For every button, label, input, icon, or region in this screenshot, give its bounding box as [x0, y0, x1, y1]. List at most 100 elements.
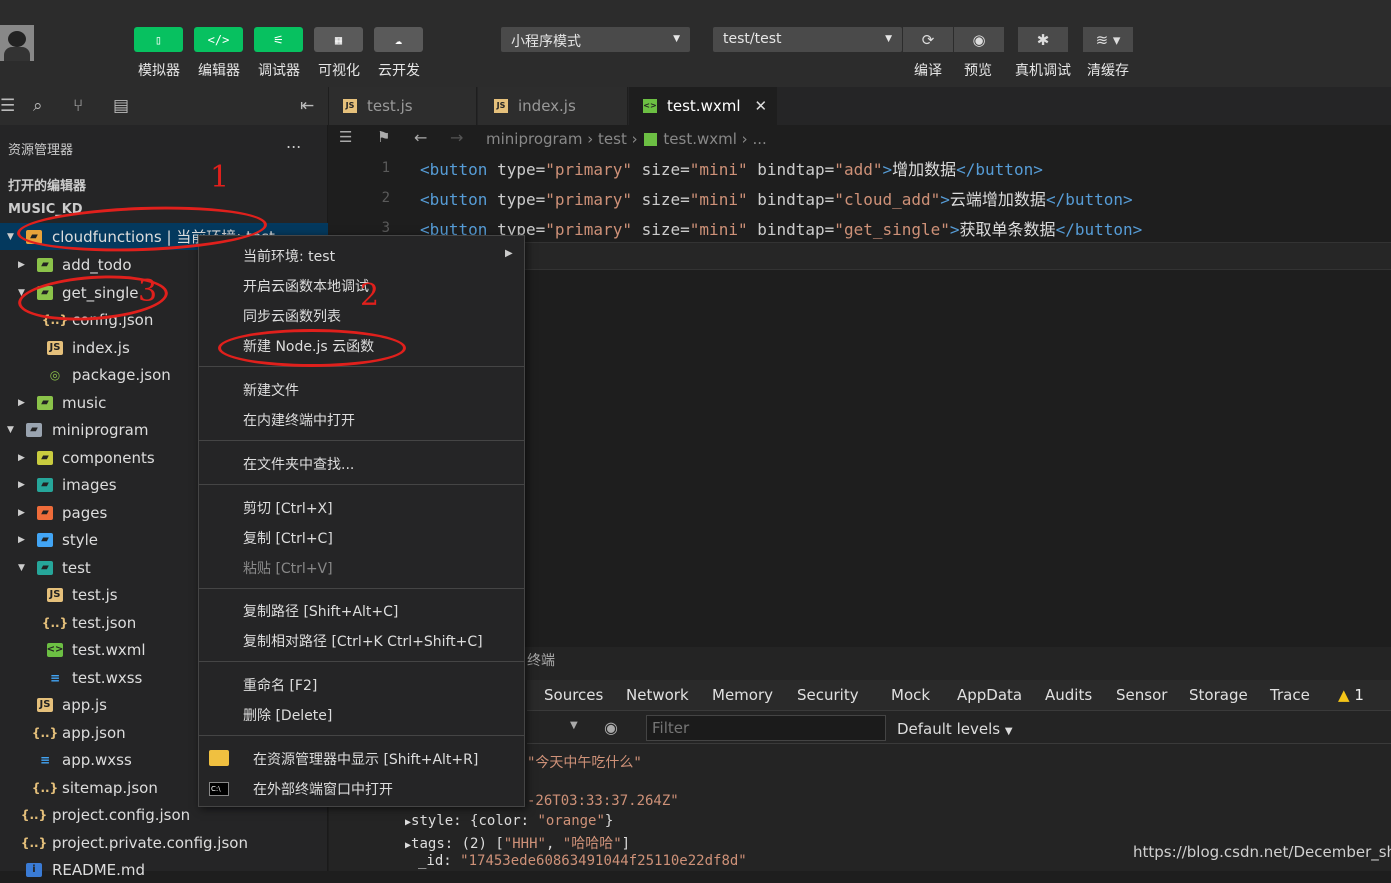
chevron-right-icon[interactable]: ▶	[18, 535, 25, 545]
breadcrumb-item[interactable]: test	[598, 130, 627, 148]
menu-icon[interactable]: ☰	[0, 96, 15, 116]
avatar[interactable]	[0, 25, 34, 61]
devtools-tab[interactable]: Sensor	[1116, 686, 1167, 704]
more-icon[interactable]: ...	[286, 133, 301, 152]
menu-item-reveal-in-explorer[interactable]: 在资源管理器中显示 [Shift+Alt+R]	[253, 749, 478, 769]
chevron-down-icon[interactable]: ▼	[7, 425, 14, 435]
warning-badge[interactable]: ▲ 1	[1338, 686, 1364, 704]
info-icon: i	[26, 862, 42, 877]
devtools-tab[interactable]: Trace	[1270, 686, 1310, 704]
terminal-title[interactable]: 终端	[527, 650, 555, 670]
devtools-tab[interactable]: Mock	[891, 686, 930, 704]
env-select[interactable]: test/test ▼	[713, 27, 902, 52]
menu-item-local-debug[interactable]: 开启云函数本地调试	[243, 276, 369, 296]
menu-item-current-env[interactable]: 当前环境: test	[243, 246, 335, 266]
line-number: 1	[381, 160, 390, 176]
devtools-tab[interactable]: Audits	[1045, 686, 1092, 704]
filter-input[interactable]	[646, 715, 886, 741]
code-line[interactable]: <button type="primary" size="mini" bindt…	[420, 216, 1142, 240]
bookmark-icon[interactable]: ⚑	[377, 128, 390, 146]
tree-item-label: add_todo	[62, 255, 132, 274]
chevron-right-icon[interactable]: ▶	[18, 480, 25, 490]
forward-arrow-icon[interactable]: →	[450, 128, 463, 147]
line-number: 2	[381, 190, 390, 206]
preview-button[interactable]: ◉	[954, 27, 1004, 52]
context-dropdown-icon[interactable]: ▼	[570, 720, 578, 731]
simulator-button[interactable]: ▯	[134, 27, 183, 52]
clear-cache-button[interactable]: ≋ ▾	[1083, 27, 1133, 52]
devtools-tab[interactable]: Network	[626, 686, 689, 704]
chevron-right-icon[interactable]: ▶	[18, 398, 25, 408]
back-arrow-icon[interactable]: ←	[414, 128, 427, 147]
close-icon[interactable]: ✕	[755, 97, 768, 115]
levels-dropdown[interactable]: Default levels ▼	[897, 720, 1013, 738]
code-line[interactable]: <button type="primary" size="mini" bindt…	[420, 156, 1043, 180]
preview-label: 预览	[964, 63, 992, 79]
real-device-debug-button[interactable]: ✱	[1018, 27, 1068, 52]
search-icon[interactable]: ⌕	[33, 96, 43, 116]
tree-item[interactable]: i README.md	[0, 856, 328, 883]
menu-item-open-external-terminal[interactable]: 在外部终端窗口中打开	[253, 779, 393, 799]
menu-separator	[199, 440, 524, 441]
tab-index-js[interactable]: JS index.js	[478, 87, 628, 125]
menu-item-find-in-folder[interactable]: 在文件夹中查找...	[243, 454, 354, 474]
tree-item[interactable]: {..} project.private.config.json	[0, 829, 328, 856]
tab-test-wxml[interactable]: <> test.wxml ✕	[629, 87, 777, 125]
compile-button[interactable]: ⟳	[903, 27, 953, 52]
menu-item-cut[interactable]: 剪切 [Ctrl+X]	[243, 498, 333, 518]
menu-separator	[199, 735, 524, 736]
menu-item-new-file[interactable]: 新建文件	[243, 380, 299, 400]
menu-item-copy-relative-path[interactable]: 复制相对路径 [Ctrl+K Ctrl+Shift+C]	[243, 631, 483, 651]
tree-item-label: components	[62, 448, 155, 467]
chevron-right-icon[interactable]: ▶	[18, 453, 25, 463]
collapse-panel-icon[interactable]: ⇤	[300, 96, 314, 116]
chevron-right-icon[interactable]: ▶	[18, 508, 25, 518]
menu-item-copy[interactable]: 复制 [Ctrl+C]	[243, 528, 333, 548]
brace: }	[604, 813, 614, 829]
breadcrumb-item[interactable]: ...	[752, 130, 766, 148]
git-branch-icon[interactable]: ⑂	[73, 96, 83, 116]
list-icon[interactable]: ☰	[339, 128, 352, 146]
debugger-button[interactable]: ⚟	[254, 27, 303, 52]
breadcrumb-item[interactable]: miniprogram	[486, 130, 582, 148]
menu-item-delete[interactable]: 删除 [Delete]	[243, 705, 332, 725]
menu-item-open-terminal[interactable]: 在内建终端中打开	[243, 410, 355, 430]
open-editors-section[interactable]: 打开的编辑器	[8, 175, 86, 194]
menu-item-rename[interactable]: 重命名 [F2]	[243, 675, 317, 695]
log-line: "今天中午吃什么"	[527, 755, 642, 771]
tree-item-label: project.private.config.json	[52, 833, 248, 852]
eye-icon[interactable]: ◉	[604, 718, 618, 737]
tree-item-label: test.json	[72, 613, 137, 632]
json-file-icon: {..}	[31, 725, 59, 740]
breadcrumb-item[interactable]: test.wxml	[663, 130, 737, 148]
code-line[interactable]: <button type="primary" size="mini" bindt…	[420, 186, 1133, 210]
menu-item-sync-functions[interactable]: 同步云函数列表	[243, 306, 341, 326]
menu-item-copy-path[interactable]: 复制路径 [Shift+Alt+C]	[243, 601, 398, 621]
tab-test-js[interactable]: JS test.js	[329, 87, 477, 125]
chevron-down-icon[interactable]: ▼	[18, 563, 25, 573]
devtools-tab[interactable]: Sources	[544, 686, 603, 704]
editor-button[interactable]: </>	[194, 27, 243, 52]
save-icon[interactable]: ▤	[113, 96, 129, 116]
code-icon: </>	[207, 32, 230, 47]
devtools-tab[interactable]: AppData	[957, 686, 1022, 704]
visual-button[interactable]: ▦	[314, 27, 363, 52]
eye-icon: ◉	[972, 30, 986, 49]
chevron-down-icon[interactable]: ▼	[7, 232, 14, 242]
chevron-down-icon: ▼	[885, 34, 892, 44]
js-file-icon: JS	[343, 99, 357, 113]
devtools-tab[interactable]: Storage	[1189, 686, 1248, 704]
tree-item-label: miniprogram	[52, 420, 149, 439]
json-file-icon: {..}	[41, 615, 69, 630]
mode-select[interactable]: 小程序模式 ▼	[501, 27, 690, 52]
js-file-icon: JS	[47, 340, 63, 355]
devtools-tab[interactable]: Memory	[712, 686, 773, 704]
devtools-tab[interactable]: Security	[797, 686, 859, 704]
tree-item-label: test.wxss	[72, 668, 143, 687]
tree-item-label: index.js	[72, 338, 130, 357]
chevron-right-icon[interactable]: ▶	[18, 260, 25, 270]
tree-item-label: test.js	[72, 585, 118, 604]
cloud-dev-button[interactable]: ☁	[374, 27, 423, 52]
layers-icon: ≋ ▾	[1095, 30, 1121, 49]
log-line: -26T03:33:37.264Z"	[527, 793, 679, 809]
